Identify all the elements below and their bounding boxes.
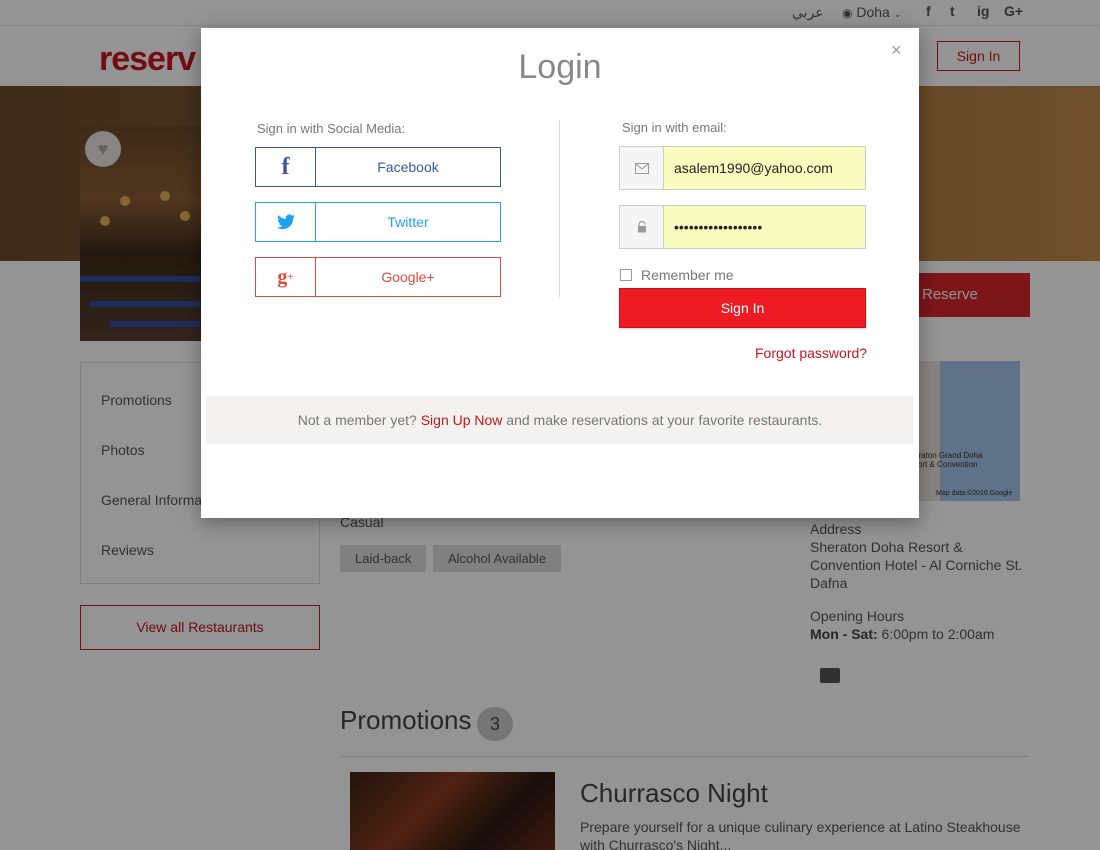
twitter-icon bbox=[256, 203, 316, 241]
column-divider bbox=[559, 120, 560, 297]
modal-title: Login bbox=[518, 48, 602, 86]
email-field bbox=[619, 146, 866, 190]
signup-prompt-pre: Not a member yet? bbox=[297, 412, 417, 428]
forgot-password-link[interactable]: Forgot password? bbox=[755, 345, 867, 361]
password-input[interactable] bbox=[664, 206, 865, 248]
google-label: Google+ bbox=[381, 269, 435, 285]
facebook-label: Facebook bbox=[377, 159, 439, 175]
facebook-icon: f bbox=[256, 148, 316, 186]
remember-me[interactable]: Remember me bbox=[620, 267, 734, 283]
google-login-button[interactable]: g + Google+ bbox=[255, 257, 501, 297]
signup-prompt: Not a member yet? Sign Up Now and make r… bbox=[206, 396, 914, 444]
remember-me-label: Remember me bbox=[641, 267, 734, 283]
signup-prompt-post: and make reservations at your favorite r… bbox=[506, 412, 823, 428]
email-heading: Sign in with email: bbox=[622, 120, 727, 135]
signup-link[interactable]: Sign Up Now bbox=[421, 412, 503, 428]
email-input[interactable] bbox=[664, 147, 865, 189]
twitter-login-button[interactable]: Twitter bbox=[255, 202, 501, 242]
login-modal: Login × Sign in with Social Media: f Fac… bbox=[201, 28, 919, 518]
close-icon[interactable]: × bbox=[891, 40, 902, 61]
lock-icon bbox=[620, 206, 664, 248]
envelope-icon bbox=[620, 147, 664, 189]
social-heading: Sign in with Social Media: bbox=[257, 121, 406, 136]
password-field bbox=[619, 205, 866, 249]
twitter-label: Twitter bbox=[387, 214, 429, 230]
remember-me-checkbox[interactable] bbox=[620, 269, 632, 281]
google-plus-icon: g + bbox=[256, 258, 316, 296]
signin-button[interactable]: Sign In bbox=[619, 288, 866, 328]
facebook-login-button[interactable]: f Facebook bbox=[255, 147, 501, 187]
